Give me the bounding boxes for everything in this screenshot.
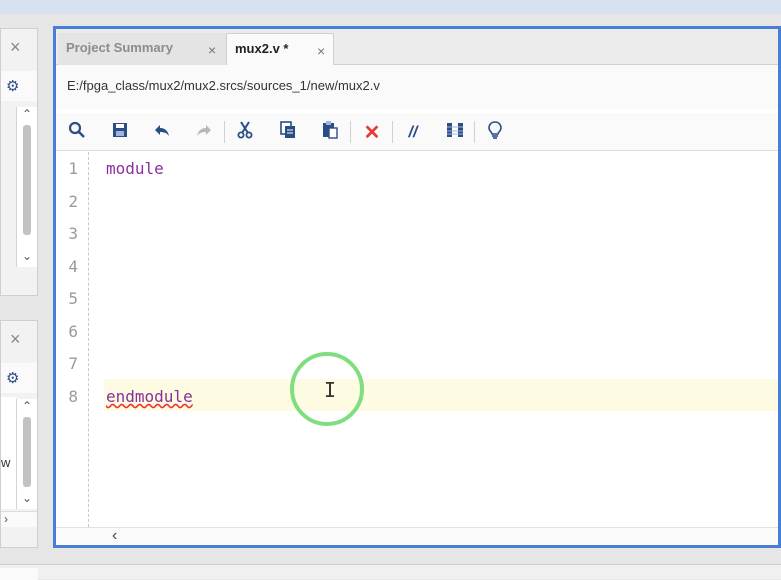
tab-label: Project Summary <box>66 40 173 55</box>
line-number: 4 <box>68 257 78 276</box>
toolbar-separator <box>350 121 351 143</box>
panel-toolbar: ⚙ <box>1 363 37 393</box>
copy-icon[interactable] <box>276 121 300 145</box>
chevron-down-icon[interactable]: ⌄ <box>22 491 32 505</box>
search-icon[interactable] <box>65 121 89 145</box>
save-icon[interactable] <box>108 121 132 145</box>
toolbar-separator <box>392 121 393 143</box>
bottom-tab-stub <box>0 568 38 580</box>
vertical-scrollbar[interactable]: ⌃ ⌄ <box>16 107 37 267</box>
line-number: 3 <box>68 224 78 243</box>
tab-label: mux2.v * <box>235 41 289 56</box>
block-icon[interactable] <box>443 121 467 145</box>
scrollbar-thumb[interactable] <box>23 417 31 487</box>
chevron-up-icon[interactable]: ⌃ <box>22 399 32 413</box>
line-number: 6 <box>68 322 78 341</box>
code-area[interactable] <box>90 152 778 527</box>
code-keyword-module: module <box>106 159 164 178</box>
undo-icon[interactable] <box>150 121 174 145</box>
close-tab-icon[interactable]: × <box>208 42 216 58</box>
chevron-down-icon[interactable]: ⌄ <box>22 249 32 263</box>
tab-mux2[interactable]: mux2.v * × <box>226 33 334 65</box>
cut-icon[interactable] <box>233 121 257 145</box>
paste-icon[interactable] <box>318 121 342 145</box>
redo-icon[interactable] <box>192 121 216 145</box>
close-tab-icon[interactable]: × <box>317 43 325 59</box>
horizontal-scrollbar[interactable]: › <box>1 511 37 527</box>
chevron-left-icon[interactable]: ‹ <box>112 527 117 545</box>
panel-content: w <box>1 397 16 509</box>
close-icon[interactable]: × <box>10 329 21 350</box>
top-bar <box>0 0 781 14</box>
tab-strip: Project Summary × mux2.v * × <box>56 29 778 65</box>
delete-icon[interactable]: ✕ <box>360 121 384 145</box>
toolbar-separator <box>224 121 225 143</box>
gear-icon[interactable]: ⚙ <box>6 77 19 95</box>
toolbar-separator <box>474 121 475 143</box>
comment-icon[interactable]: // <box>401 121 425 145</box>
line-number: 5 <box>68 289 78 308</box>
file-path: E:/fpga_class/mux2/mux2.srcs/sources_1/n… <box>67 78 380 93</box>
lightbulb-icon[interactable] <box>483 121 507 145</box>
panel-toolbar: ⚙ <box>1 71 37 101</box>
chevron-up-icon[interactable]: ⌃ <box>22 107 32 121</box>
vertical-scrollbar[interactable]: ⌃ ⌄ <box>16 399 37 509</box>
editor-toolbar: ✕ // <box>56 113 778 151</box>
horizontal-scrollbar[interactable]: ‹ <box>56 527 778 545</box>
editor-window: Project Summary × mux2.v * × E:/fpga_cla… <box>53 26 781 548</box>
text-cursor-icon: I <box>324 378 337 402</box>
scrollbar-thumb[interactable] <box>23 125 31 235</box>
left-panel-top: × ⚙ ⌃ ⌄ <box>0 28 38 296</box>
line-number: 1 <box>68 159 78 178</box>
line-number: 8 <box>68 387 78 406</box>
gutter-divider <box>88 152 89 527</box>
file-path-bar: E:/fpga_class/mux2/mux2.srcs/sources_1/n… <box>56 65 778 109</box>
left-panel-bottom: × ⚙ w ⌃ ⌄ › <box>0 320 38 548</box>
chevron-right-icon[interactable]: › <box>4 512 8 526</box>
close-icon[interactable]: × <box>10 37 21 58</box>
gear-icon[interactable]: ⚙ <box>6 369 19 387</box>
code-keyword-endmodule: endmodule <box>106 387 193 406</box>
line-number: 7 <box>68 354 78 373</box>
line-number: 2 <box>68 192 78 211</box>
tab-project-summary[interactable]: Project Summary × <box>58 33 226 65</box>
truncated-label: w <box>1 455 11 470</box>
bottom-panel-edge <box>0 564 781 580</box>
